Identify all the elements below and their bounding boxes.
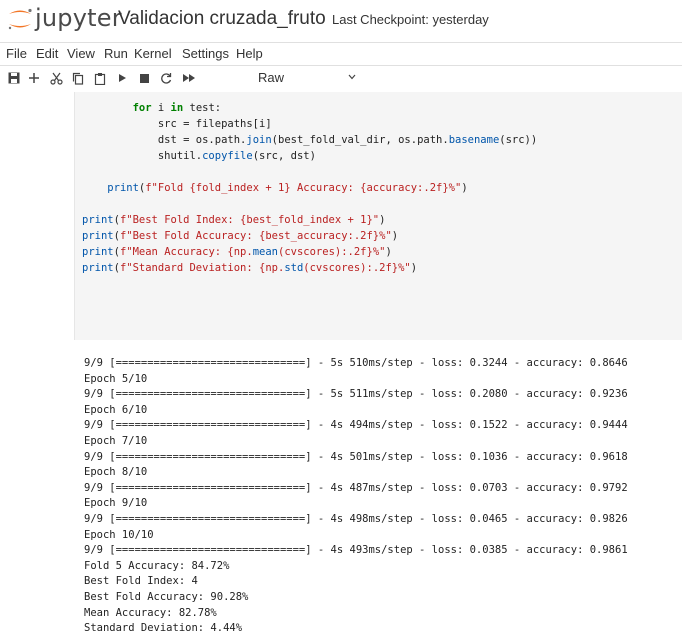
code-line: shutil.copyfile(src, dst) <box>82 150 316 162</box>
menu-settings[interactable]: Settings <box>182 46 229 61</box>
menu-view[interactable]: View <box>67 46 95 61</box>
output-line: 9/9 [==============================] - 4… <box>84 419 628 432</box>
output-line: Epoch 6/10 <box>84 403 148 416</box>
code-line: print(f"Mean Accuracy: {np.mean(cvscores… <box>82 246 392 258</box>
code-line: print(f"Standard Deviation: {np.std(cvsc… <box>82 262 418 274</box>
output-line: Epoch 5/10 <box>84 372 148 385</box>
code-editor[interactable]: for i in test: src = filepaths[i] dst = … <box>82 100 537 276</box>
notebook-title[interactable]: Validacion cruzada_fruto <box>118 8 326 30</box>
menu-kernel[interactable]: Kernel <box>134 46 172 61</box>
output-line: Mean Accuracy: 82.78% <box>84 606 217 619</box>
output-line: Epoch 10/10 <box>84 528 154 541</box>
output-line: Best Fold Index: 4 <box>84 575 198 588</box>
paste-icon[interactable] <box>92 69 108 87</box>
code-line: print(f"Best Fold Accuracy: {best_accura… <box>82 230 399 242</box>
menu-bar: File Edit View Run Kernel Settings Help <box>0 42 682 66</box>
jupyter-logo-icon <box>8 8 32 30</box>
copy-icon[interactable] <box>70 69 86 87</box>
restart-icon[interactable] <box>158 69 174 87</box>
output-line: 9/9 [==============================] - 4… <box>84 512 628 525</box>
cell-output-text: 9/9 [==============================] - 5… <box>84 356 628 637</box>
fast-forward-icon[interactable] <box>180 69 198 87</box>
output-line: Epoch 8/10 <box>84 466 148 479</box>
notebook-toolbar <box>0 66 682 90</box>
code-line: src = filepaths[i] <box>82 118 272 130</box>
output-line: 9/9 [==============================] - 4… <box>84 544 628 557</box>
run-icon[interactable] <box>114 69 130 87</box>
save-icon[interactable] <box>6 69 22 87</box>
cell-separator <box>0 340 682 352</box>
code-line: print(f"Best Fold Index: {best_fold_inde… <box>82 214 386 226</box>
output-line: 9/9 [==============================] - 4… <box>84 450 628 463</box>
jupyter-brand[interactable]: jupyter <box>35 4 122 32</box>
output-line: 9/9 [==============================] - 4… <box>84 481 628 494</box>
notebook-header: jupyter Validacion cruzada_fruto Last Ch… <box>0 0 682 36</box>
menu-run[interactable]: Run <box>104 46 128 61</box>
menu-file[interactable]: File <box>6 46 27 61</box>
output-line: Epoch 9/10 <box>84 497 148 510</box>
output-line: Best Fold Accuracy: 90.28% <box>84 590 249 603</box>
output-line: 9/9 [==============================] - 5… <box>84 357 628 369</box>
menu-edit[interactable]: Edit <box>36 46 58 61</box>
cell-output-area: 9/9 [==============================] - 5… <box>0 352 682 640</box>
cut-icon[interactable] <box>48 69 64 87</box>
output-line: 9/9 [==============================] - 5… <box>84 388 628 401</box>
output-line: Standard Deviation: 4.44% <box>84 622 243 635</box>
chevron-down-icon[interactable] <box>348 74 356 80</box>
code-line: for i in test: <box>132 102 222 114</box>
stop-icon[interactable] <box>136 69 152 87</box>
code-line: dst = os.path.join(best_fold_val_dir, os… <box>82 134 538 146</box>
last-checkpoint: Last Checkpoint: yesterday <box>332 12 489 27</box>
code-line: print(f"Fold {fold_index + 1} Accuracy: … <box>107 182 468 194</box>
output-line: Fold 5 Accuracy: 84.72% <box>84 559 230 572</box>
cell-type-select[interactable]: Raw <box>258 69 284 87</box>
output-line: Epoch 7/10 <box>84 434 148 447</box>
add-cell-icon[interactable] <box>26 69 42 87</box>
menu-help[interactable]: Help <box>236 46 263 61</box>
